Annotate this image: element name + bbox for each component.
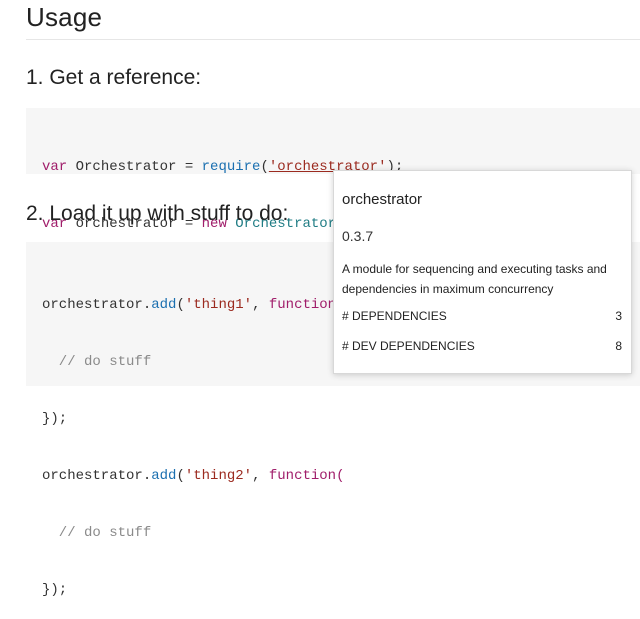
page-heading: Usage [26, 2, 103, 32]
heading-divider [26, 39, 640, 40]
code-line: }); [42, 411, 68, 427]
code-block-reference: var Orchestrator = require('orchestrator… [26, 108, 640, 232]
dev-dependencies-count: 8 [615, 339, 622, 353]
code-comment: // do stuff [42, 525, 152, 541]
dev-dependencies-row: # DEV DEPENDENCIES 8 [342, 339, 622, 353]
step-2-heading: 2. Load it up with stuff to do: [26, 202, 289, 225]
dependencies-row: # DEPENDENCIES 3 [342, 309, 622, 323]
code-line: }); [42, 582, 68, 598]
dev-dependencies-label: # DEV DEPENDENCIES [342, 339, 475, 353]
code-line: orchestrator.add('thing2', function( [42, 468, 345, 484]
dependencies-label: # DEPENDENCIES [342, 309, 447, 323]
package-info-popover: orchestrator 0.3.7 A module for sequenci… [333, 170, 632, 374]
dependencies-count: 3 [615, 309, 622, 323]
package-version: 0.3.7 [342, 228, 374, 244]
package-name: orchestrator [342, 191, 423, 208]
step-1-heading: 1. Get a reference: [26, 66, 202, 89]
package-description: A module for sequencing and executing ta… [342, 262, 607, 296]
